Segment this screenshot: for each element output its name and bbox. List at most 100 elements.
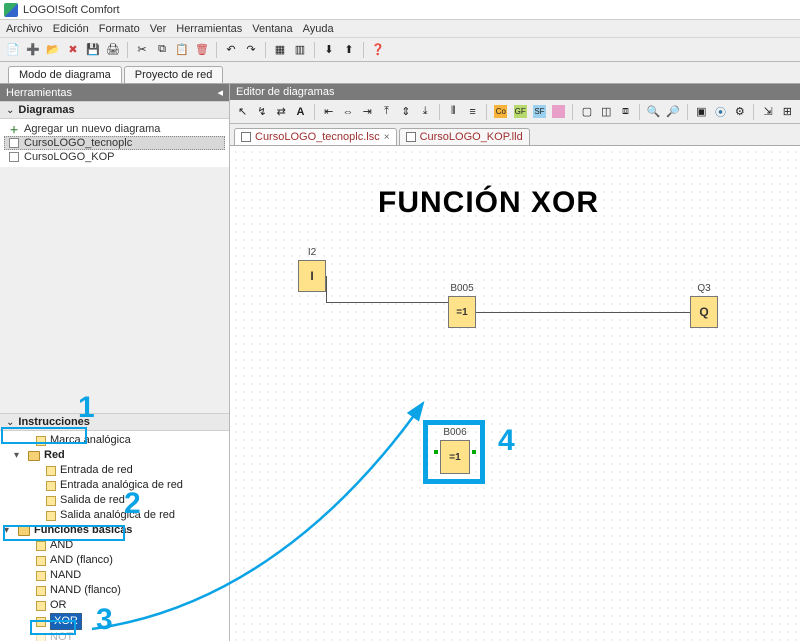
instr-nand-flanco[interactable]: NAND (flanco) [2,583,229,598]
color-gf-button[interactable]: GF [512,103,529,121]
paste-button[interactable]: 📋 [173,41,191,59]
open-button[interactable]: 📂 [44,41,62,59]
zoom-out-button[interactable]: 🔎 [664,103,681,121]
ruler-button[interactable]: ⇲ [759,103,776,121]
block-b006[interactable]: B006 =1 [440,440,470,474]
diagrams-section-header[interactable]: ⌄ Diagramas [0,101,229,119]
folder-icon [18,526,30,536]
folder-funciones-basicas[interactable]: ▾ Funciones básicas [2,523,229,538]
zoom-in-button[interactable]: 🔍 [645,103,662,121]
block-icon [46,496,56,506]
diagram-item-kop[interactable]: CursoLOGO_KOP [4,150,225,164]
align-right-button[interactable]: ⇥ [359,103,376,121]
menu-herramientas[interactable]: Herramientas [176,23,242,35]
layout1-button[interactable]: ▦ [271,41,289,59]
window-split3-button[interactable]: ⧈ [617,103,634,121]
file-tab-kop[interactable]: CursoLOGO_KOP.lld [399,128,530,145]
separator [486,104,487,120]
file-tab-tecnoplc[interactable]: CursoLOGO_tecnoplc.lsc × [234,128,397,145]
menu-edicion[interactable]: Edición [53,23,89,35]
instr-nand[interactable]: NAND [2,568,229,583]
upload-button[interactable]: ⬆ [340,41,358,59]
save-button[interactable]: 💾 [84,41,102,59]
menu-ver[interactable]: Ver [150,23,167,35]
chevron-down-icon: ⌄ [6,105,14,116]
text-tool-button[interactable]: A [292,103,309,121]
tab-network-project[interactable]: Proyecto de red [124,66,224,83]
instr-xor[interactable]: XOR [2,613,229,630]
instr-salida-red[interactable]: Salida de red [2,493,229,508]
diagram-canvas[interactable]: FUNCIÓN XOR I2 I B005 =1 Q3 Q [230,146,800,641]
delete-button[interactable]: 🗑 [193,41,211,59]
diagram-item-tecnoplc[interactable]: CursoLOGO_tecnoplc [4,136,225,150]
color-co-button[interactable]: Co [492,103,509,121]
folder-red[interactable]: ▾ Red [2,448,229,463]
cut-button[interactable]: ✂ [133,41,151,59]
menu-ventana[interactable]: Ventana [252,23,292,35]
split-tool-button[interactable]: ⇄ [273,103,290,121]
add-new-diagram[interactable]: ＋ Agregar un nuevo diagrama [4,122,225,136]
align-vcenter-button[interactable]: ⇕ [397,103,414,121]
undo-button[interactable]: ↶ [222,41,240,59]
align-center-button[interactable]: ⇔ [339,103,356,121]
block-q3[interactable]: Q3 Q [690,296,718,328]
wire [476,312,690,313]
menu-ayuda[interactable]: Ayuda [303,23,334,35]
download-button[interactable]: ⬇ [320,41,338,59]
instr-entrada-analogica-red[interactable]: Entrada analógica de red [2,478,229,493]
align-bottom-button[interactable]: ⤓ [416,103,433,121]
instr-salida-analogica-red[interactable]: Salida analógica de red [2,508,229,523]
connect-tool-button[interactable]: ↯ [253,103,270,121]
instr-or[interactable]: OR [2,598,229,613]
window-split2-button[interactable]: ◫ [598,103,615,121]
collapse-left-icon[interactable]: ◂ [217,86,223,99]
close-doc-button[interactable]: ✖ [64,41,82,59]
print-button[interactable]: 🖨 [104,41,122,59]
collapse-toggle-icon[interactable]: ▾ [14,448,24,463]
tab-diagram-mode[interactable]: Modo de diagrama [8,66,122,83]
redo-button[interactable]: ↷ [242,41,260,59]
grid-button[interactable]: ⊞ [779,103,796,121]
dist-h-button[interactable]: ⫴ [445,103,462,121]
tools-panel-title: Herramientas ◂ [0,84,229,101]
canvas-area[interactable]: FUNCIÓN XOR I2 I B005 =1 Q3 Q [230,146,800,641]
file-tab-label: CursoLOGO_tecnoplc.lsc [255,131,380,143]
new-variant-button[interactable]: ➕ [24,41,42,59]
color-misc-button[interactable] [550,103,567,121]
layout2-button[interactable]: ▥ [291,41,309,59]
instr-marca-analogica[interactable]: Marca analógica [2,433,229,448]
separator [687,104,688,120]
block-label: B005 [450,283,473,294]
editor-panel: Editor de diagramas ↖ ↯ ⇄ A ⇤ ⇔ ⇥ ⤒ ⇕ ⤓ … [230,84,800,641]
collapse-toggle-icon[interactable]: ▾ [4,523,14,538]
menu-archivo[interactable]: Archivo [6,23,43,35]
dist-v-button[interactable]: ≡ [464,103,481,121]
window-full-button[interactable]: ▢ [578,103,595,121]
close-tab-icon[interactable]: × [384,132,390,143]
instr-not[interactable]: NOT [2,630,229,641]
menu-formato[interactable]: Formato [99,23,140,35]
align-top-button[interactable]: ⤒ [378,103,395,121]
sim-button[interactable]: ⦿ [712,103,729,121]
block-i2[interactable]: I2 I [298,260,326,292]
block-icon [46,466,56,476]
instr-and[interactable]: AND [2,538,229,553]
selection-handle[interactable] [472,450,476,454]
instr-and-flanco[interactable]: AND (flanco) [2,553,229,568]
instr-entrada-red[interactable]: Entrada de red [2,463,229,478]
instr-label: Salida analógica de red [60,508,175,523]
instructions-section-header[interactable]: ⌄ Instrucciones [0,413,229,431]
help-button[interactable]: ❓ [369,41,387,59]
copy-button[interactable]: ⧉ [153,41,171,59]
new-file-button[interactable]: 📄 [4,41,22,59]
block-icon [36,601,46,611]
file-icon [406,132,416,142]
selection-handle[interactable] [434,450,438,454]
sim-config-button[interactable]: ⚙ [731,103,748,121]
color-sf-button[interactable]: SF [531,103,548,121]
page-button[interactable]: ▣ [693,103,710,121]
block-b005[interactable]: B005 =1 [448,296,476,328]
plus-icon: ＋ [8,123,20,135]
align-left-button[interactable]: ⇤ [320,103,337,121]
select-tool-button[interactable]: ↖ [234,103,251,121]
